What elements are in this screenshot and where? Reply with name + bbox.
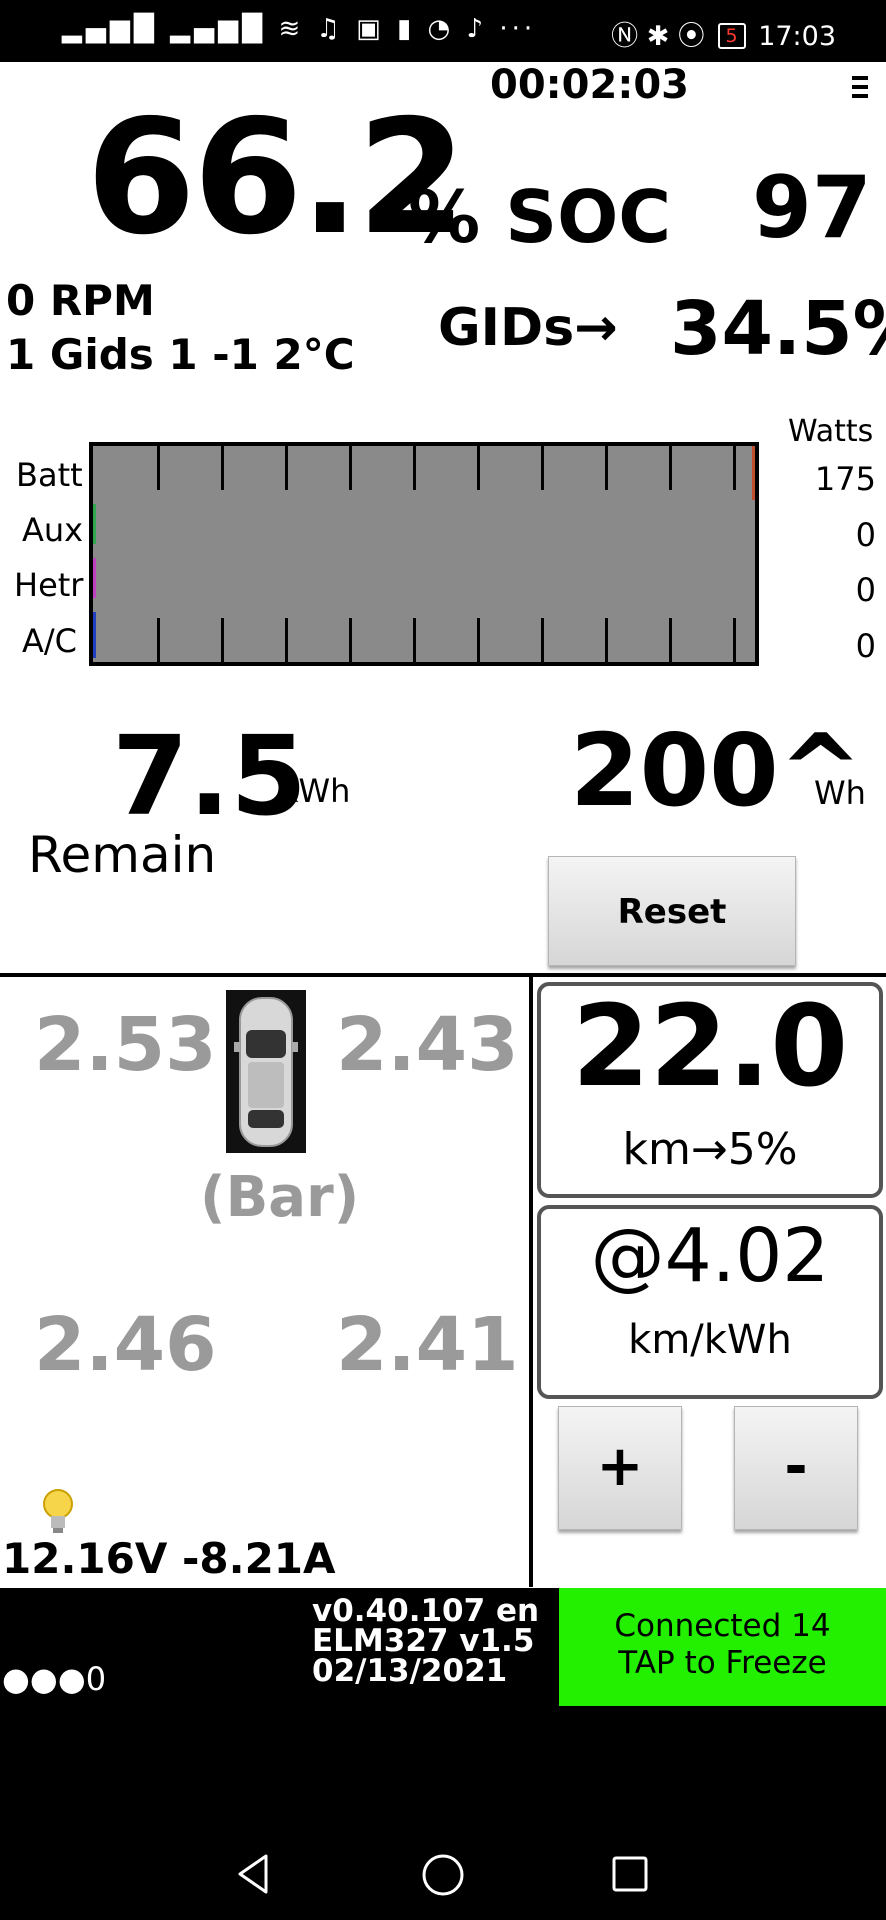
gauge-tick [413,618,416,662]
adapter-version: ELM327 v1.5 [312,1623,535,1659]
lightbulb-icon [40,1488,76,1540]
gids-temp-readout: 1 Gids 1 -1 2°C [6,330,355,379]
range-subtitle: km→5% [622,1124,798,1175]
ac-bar [93,612,96,658]
gauge-tick [157,618,160,662]
hetr-bar [93,558,96,598]
section-divider [0,973,886,977]
gauge-tick [541,446,544,490]
aux-bar [93,504,96,544]
gauge-tick [157,446,160,490]
efficiency-value: @4.02 [590,1213,830,1299]
power-gauge [89,442,759,666]
range-panel: 22.0 km→5% [537,982,883,1198]
gauge-tick [285,618,288,662]
gauge-tick [221,446,224,490]
gauge-tick [349,618,352,662]
voltage-current-readout: 12.16V -8.21A [2,1534,336,1583]
wh-unit: Wh [814,774,866,812]
gauge-label-aux: Aux [22,511,84,549]
gauge-label-batt: Batt [16,456,83,494]
tire-front-right: 2.43 [336,1002,519,1088]
status-time: 17:03 [758,21,836,52]
elapsed-timer: 00:02:03 [490,62,689,108]
app-version: v0.40.107 en [312,1593,540,1629]
watts-hetr: 0 [855,571,876,609]
gauge-tick [349,446,352,490]
pressure-unit-label: (Bar) [200,1165,360,1230]
version-info: v0.40.107 en ELM327 v1.5 02/13/2021 [312,1593,540,1689]
watts-batt: 175 [814,460,876,498]
freeze-hint: TAP to Freeze [618,1645,827,1681]
menu-icon[interactable] [852,76,868,103]
connection-status: Connected 14 [614,1608,831,1644]
watts-aux: 0 [855,516,876,554]
battery-icon: 5 [717,23,746,49]
gauge-tick [477,618,480,662]
gauge-tick [221,618,224,662]
efficiency-panel: @4.02 km/kWh [537,1205,883,1399]
gids-percent: 34.5% [670,286,886,372]
build-date: 02/13/2021 [312,1653,508,1689]
gauge-tick [605,446,608,490]
car-top-view-icon [226,990,306,1153]
gids-label: GIDs→ [438,298,618,358]
gauge-tick [541,618,544,662]
navigation-bar [0,1708,886,1920]
reset-button[interactable]: Reset [548,856,796,966]
batt-bar-end [752,446,755,500]
gauge-tick [669,618,672,662]
gauge-tick [605,618,608,662]
gauge-label-ac: A/C [22,622,78,660]
decrease-button[interactable]: - [734,1406,858,1530]
watts-title: Watts [788,414,874,449]
remain-label: Remain [28,826,217,884]
home-icon[interactable] [420,1852,466,1898]
recents-icon[interactable] [610,1854,650,1894]
increase-button[interactable]: + [558,1406,682,1530]
status-icons-left: ▂▄▆█ ▂▄▆█ ≋ ♫ ▣ ▮ ◔ ♪ ··· [62,14,537,44]
efficiency-unit: km/kWh [628,1317,792,1363]
status-bar: ▂▄▆█ ▂▄▆█ ≋ ♫ ▣ ▮ ◔ ♪ ··· Ⓝ ✱ ⦿ 5 17:03 [0,0,886,62]
tire-rear-right: 2.41 [336,1302,519,1388]
gauge-tick [477,446,480,490]
kwh-remaining-value: 7.5 [112,712,307,840]
gauge-label-hetr: Hetr [14,566,84,604]
back-icon[interactable] [232,1852,276,1896]
column-divider [529,977,533,1587]
gauge-tick [733,618,736,662]
tire-front-left: 2.53 [34,1002,217,1088]
tire-rear-left: 2.46 [34,1302,217,1388]
gauge-tick [413,446,416,490]
gauge-tick [285,446,288,490]
gauge-tick [733,446,736,490]
gauge-tick [669,446,672,490]
soc-label: % SOC [408,175,672,259]
watts-ac: 0 [855,627,876,665]
activity-dots: ●●●0 [2,1660,107,1698]
kwh-unit: kWh [280,772,351,810]
nfc-bluetooth-location-icons: Ⓝ ✱ ⦿ [611,21,705,52]
rpm-readout: 0 RPM [6,276,155,325]
connection-status-button[interactable]: Connected 14 TAP to Freeze [559,1588,886,1706]
soh-value: 97 [752,158,872,258]
status-icons-right: Ⓝ ✱ ⦿ 5 17:03 [611,14,836,53]
range-value: 22.0 [571,982,849,1112]
